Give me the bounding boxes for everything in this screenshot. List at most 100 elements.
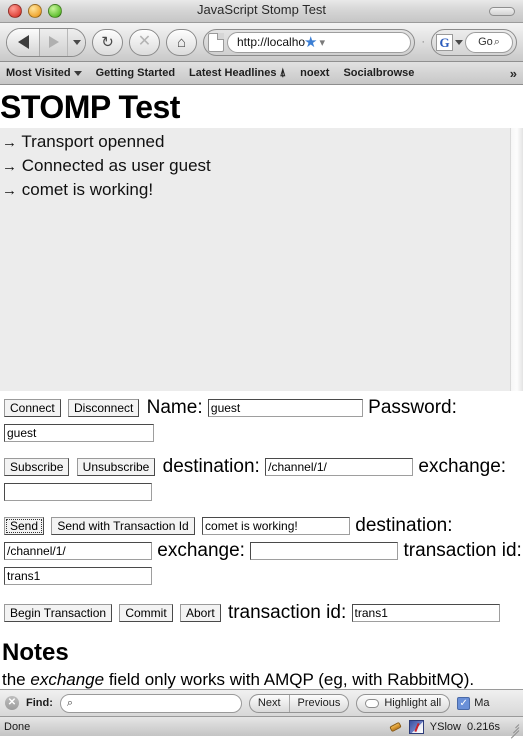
find-next-button[interactable]: Next	[250, 695, 289, 712]
back-arrow-icon	[17, 35, 29, 49]
reload-button[interactable]: ↻	[92, 28, 123, 56]
google-logo-icon[interactable]: G	[436, 33, 453, 51]
highlight-all-label: Highlight all	[384, 697, 442, 709]
match-case-checkbox[interactable]: ✓ Ma	[457, 696, 490, 710]
disconnect-button[interactable]: Disconnect	[67, 398, 140, 417]
search-icon: ⌕	[493, 35, 500, 48]
search-input[interactable]: Go ⌕	[465, 31, 513, 53]
stop-button: ✕	[129, 28, 160, 56]
page-icon	[208, 32, 224, 52]
bookmark-most-visited[interactable]: Most Visited	[6, 67, 82, 79]
send-exchange-label: exchange:	[157, 540, 245, 561]
bookmarks-toolbar: Most Visited Getting Started Latest Head…	[0, 62, 523, 85]
back-button[interactable]	[7, 28, 40, 56]
notes-prefix: the	[2, 670, 31, 689]
find-previous-button[interactable]: Previous	[288, 694, 349, 712]
url-input[interactable]: http://localho ★ ▾	[227, 31, 412, 53]
send-destination-label: destination:	[355, 515, 453, 536]
password-input[interactable]	[4, 423, 154, 442]
subscribe-row: Subscribe Unsubscribe destination: excha…	[4, 454, 523, 504]
firebug-bug-icon[interactable]	[389, 720, 403, 733]
bookmark-socialbrowse[interactable]: Socialbrowse	[343, 67, 414, 79]
send-with-transaction-button[interactable]: Send with Transaction Id	[51, 516, 195, 535]
toggle-oval-icon	[365, 698, 380, 708]
begin-transaction-button[interactable]: Begin Transaction	[4, 603, 113, 622]
page-load-time: 0.216s	[466, 720, 500, 733]
send-message-input[interactable]	[202, 516, 351, 535]
stop-icon: ✕	[137, 33, 152, 50]
find-bar: ✕ Find: ⌕ Next Previous Highlight all ✓ …	[0, 689, 523, 716]
bookmark-label: Most Visited	[6, 67, 71, 79]
window-resize-grip[interactable]	[506, 720, 520, 739]
history-dropdown-button[interactable]	[68, 28, 85, 56]
match-case-label: Ma	[474, 697, 490, 709]
notes-emphasis: exchange	[30, 670, 105, 689]
close-find-bar-button[interactable]: ✕	[5, 696, 19, 710]
home-button[interactable]: ⌂	[166, 28, 197, 56]
name-input[interactable]	[207, 398, 363, 417]
abort-button[interactable]: Abort	[179, 603, 221, 622]
page-vertical-scrollbar[interactable]	[510, 128, 523, 391]
subscribe-button[interactable]: Subscribe	[4, 457, 70, 476]
home-icon: ⌂	[176, 33, 187, 51]
forward-arrow-icon	[48, 36, 59, 48]
log-text: Connected as user guest	[21, 156, 211, 175]
notes-heading: Notes	[2, 639, 69, 666]
send-button[interactable]: Send	[4, 516, 45, 535]
search-placeholder: Go	[478, 36, 493, 48]
bookmark-noext[interactable]: noext	[300, 67, 329, 79]
url-dropdown-icon[interactable]: ▾	[320, 36, 326, 49]
send-transaction-input[interactable]	[4, 566, 152, 585]
checkbox-checked-icon: ✓	[457, 696, 471, 710]
bookmark-label: Latest Headlines ⍋	[189, 66, 287, 79]
search-bar[interactable]: G Go ⌕	[431, 28, 517, 56]
arrow-icon: →	[2, 134, 17, 151]
subscribe-destination-input[interactable]	[265, 457, 414, 476]
log-text: comet is working!	[21, 180, 154, 199]
bookmarks-overflow-icon[interactable]: »	[510, 66, 517, 81]
yslow-label[interactable]: YSlow	[430, 721, 461, 733]
find-label: Find:	[26, 697, 53, 709]
yslow-icon[interactable]	[408, 719, 424, 734]
send-exchange-input[interactable]	[250, 541, 399, 560]
commit-button[interactable]: Commit	[119, 603, 173, 622]
page-content: STOMP Test → Transport openned → Connect…	[0, 85, 523, 689]
bookmark-label: Getting Started	[95, 67, 176, 79]
notes-suffix: field only works with AMQP (eg, with Rab…	[104, 670, 475, 689]
browser-window: JavaScript Stomp Test ↻ ✕ ⌂ http://local…	[0, 0, 523, 739]
subscribe-exchange-input[interactable]	[4, 482, 152, 501]
bookmark-star-icon[interactable]: ★	[304, 35, 317, 50]
log-line: → comet is working!	[2, 178, 523, 202]
url-text: http://localho	[237, 35, 306, 49]
arrow-icon: →	[2, 182, 17, 199]
transaction-id-label: transaction id:	[227, 602, 347, 623]
unsubscribe-button[interactable]: Unsubscribe	[76, 457, 156, 476]
log-line: → Connected as user guest	[2, 154, 523, 178]
bookmark-getting-started[interactable]: Getting Started	[96, 67, 175, 79]
toolbar-separator: ·	[421, 36, 425, 48]
toolbar-toggle-button[interactable]	[489, 7, 515, 16]
highlight-all-toggle[interactable]: Highlight all	[356, 693, 451, 713]
notes-text: the exchange field only works with AMQP …	[2, 669, 523, 689]
connect-button[interactable]: Connect	[4, 398, 61, 417]
location-bar[interactable]: http://localho ★ ▾	[203, 28, 416, 56]
bookmark-label: Socialbrowse	[343, 67, 415, 79]
send-transaction-label: transaction id:	[403, 540, 522, 561]
find-input[interactable]: ⌕	[59, 693, 242, 713]
stomp-forms: Connect Disconnect Name: Password: Subsc…	[0, 391, 523, 625]
subscribe-exchange-label: exchange:	[418, 456, 507, 477]
status-message: Done	[4, 720, 31, 733]
log-output-panel: → Transport openned → Connected as user …	[0, 128, 523, 391]
subscribe-destination-label: destination:	[162, 456, 260, 477]
bookmark-latest-headlines[interactable]: Latest Headlines ⍋	[189, 67, 286, 80]
password-label: Password:	[368, 397, 457, 418]
title-bar: JavaScript Stomp Test	[0, 0, 523, 23]
connect-row: Connect Disconnect Name: Password:	[4, 395, 523, 445]
transaction-id-input[interactable]	[351, 603, 500, 622]
bookmark-label: noext	[300, 67, 330, 79]
name-label: Name:	[146, 397, 203, 418]
find-navigation-buttons: Next Previous	[248, 693, 350, 713]
window-title: JavaScript Stomp Test	[196, 2, 327, 17]
send-destination-input[interactable]	[4, 541, 152, 560]
search-engine-chevron-down-icon[interactable]	[455, 39, 463, 45]
